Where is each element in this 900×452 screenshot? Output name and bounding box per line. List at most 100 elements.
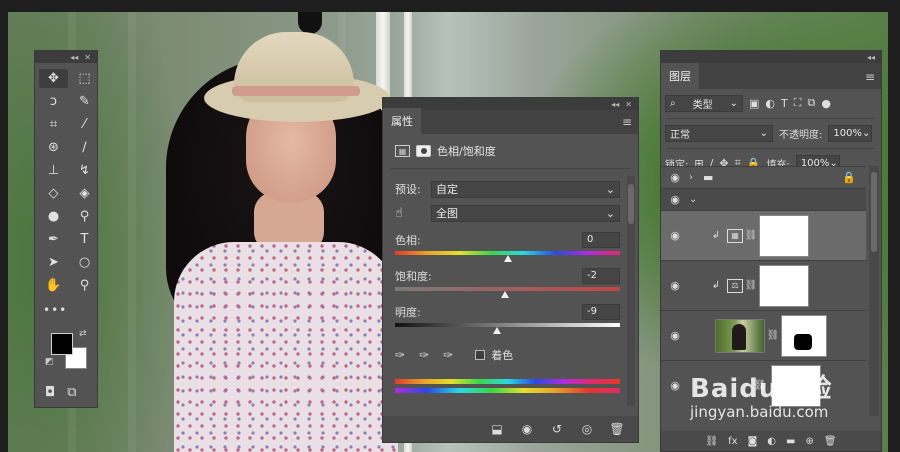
- layer-row[interactable]: ◉ ↲ ▦ ⛓: [661, 210, 866, 260]
- layer-mask-icon[interactable]: [416, 145, 431, 157]
- blend-mode-select[interactable]: 正常 ⌄: [665, 124, 773, 142]
- pen-icon[interactable]: ✒: [39, 230, 68, 249]
- hue-saturation-icon[interactable]: ▦: [395, 145, 410, 157]
- colorize-checkbox[interactable]: [475, 350, 486, 360]
- visibility-eye-icon[interactable]: ◉: [661, 229, 689, 242]
- collapse-icon[interactable]: ◂◂: [611, 100, 619, 109]
- hue-slider-thumb[interactable]: [503, 255, 512, 262]
- layer-group-row[interactable]: ◉ › ▬ 🔒: [661, 166, 866, 188]
- clone-stamp-icon[interactable]: ⊥: [39, 161, 68, 180]
- collapse-arrow-icon[interactable]: ⌄: [689, 194, 697, 205]
- screen-mode-icon[interactable]: ⧉: [67, 385, 76, 400]
- visibility-eye-icon[interactable]: ◉: [661, 379, 689, 392]
- shape-icon[interactable]: ○: [70, 253, 99, 272]
- blur-icon[interactable]: ●: [39, 207, 68, 226]
- type-filter-icon[interactable]: T: [781, 97, 788, 110]
- default-colors-icon[interactable]: ◩: [45, 357, 54, 367]
- saturation-slider-thumb[interactable]: [501, 291, 510, 298]
- foreground-color-swatch[interactable]: [51, 333, 73, 355]
- view-previous-icon[interactable]: ◉: [518, 420, 536, 438]
- new-layer-icon[interactable]: ⊕: [805, 436, 813, 447]
- adjustment-icon[interactable]: ◐: [767, 436, 776, 447]
- crop-icon[interactable]: ⌗: [39, 115, 68, 134]
- path-select-icon[interactable]: ➤: [39, 253, 68, 272]
- layer-group-row[interactable]: ◉ ⌄: [661, 188, 866, 210]
- eyedropper-icon[interactable]: ✑: [395, 348, 405, 362]
- quick-select-icon[interactable]: ✎: [70, 92, 99, 111]
- link-icon[interactable]: ⛓: [705, 436, 718, 447]
- close-icon[interactable]: ✕: [84, 53, 91, 62]
- pixel-filter-icon[interactable]: ▣: [749, 97, 759, 110]
- layer-row[interactable]: ◉ ⛓: [661, 310, 866, 360]
- marquee-icon[interactable]: ⬚: [70, 69, 99, 88]
- visibility-eye-icon[interactable]: ◉: [661, 171, 689, 184]
- properties-scrollbar[interactable]: [627, 176, 635, 406]
- preset-select[interactable]: 自定 ⌄: [431, 180, 620, 198]
- eyedropper-icon[interactable]: ⁄: [70, 115, 99, 134]
- properties-panel: ◂◂ ✕ 属性 ≡ ▦ 色相/饱和度 预设: 自定 ⌄ ☝ 全图 ⌄ 色相: 0: [382, 97, 639, 443]
- filter-toggle-icon[interactable]: ●: [821, 97, 831, 110]
- targeted-adjustment-icon[interactable]: ☝: [395, 206, 431, 221]
- visibility-eye-icon[interactable]: ◉: [661, 329, 689, 342]
- reset-icon[interactable]: ↺: [548, 420, 566, 438]
- chevron-down-icon: ⌄: [759, 127, 768, 139]
- history-brush-icon[interactable]: ↯: [70, 161, 99, 180]
- collapse-icon[interactable]: ◂◂: [70, 53, 78, 62]
- layer-mask-thumbnail[interactable]: [759, 264, 809, 307]
- lightness-slider-thumb[interactable]: [493, 327, 502, 334]
- blend-mode-value: 正常: [670, 129, 690, 141]
- move-icon[interactable]: ✥: [39, 69, 68, 88]
- eraser-icon[interactable]: ◇: [39, 184, 68, 203]
- zoom-icon[interactable]: ⚲: [70, 276, 99, 295]
- mask-icon[interactable]: ◙: [748, 436, 758, 447]
- tab-properties[interactable]: 属性: [383, 108, 421, 134]
- group-icon[interactable]: ▬: [786, 436, 795, 447]
- filter-kind-select[interactable]: ⌕ 类型 ⌄: [665, 94, 743, 112]
- layer-mask-thumbnail[interactable]: [781, 314, 827, 357]
- shape-filter-icon[interactable]: ⛶: [794, 96, 802, 110]
- layers-scrollbar[interactable]: [869, 166, 879, 416]
- visibility-eye-icon[interactable]: ◉: [661, 279, 689, 292]
- close-icon[interactable]: ✕: [625, 100, 632, 109]
- layer-row[interactable]: ◉ ↲ ⚖ ⛓: [661, 260, 866, 310]
- collapse-icon[interactable]: ◂◂: [867, 53, 875, 62]
- eyedropper-plus-icon[interactable]: ✑: [419, 348, 429, 362]
- swap-colors-icon[interactable]: ⇄: [79, 329, 87, 339]
- adjustment-filter-icon[interactable]: ◐: [765, 97, 775, 110]
- opacity-label: 不透明度:: [779, 129, 823, 141]
- fx-icon[interactable]: fx: [728, 436, 737, 447]
- dodge-icon[interactable]: ⚲: [70, 207, 99, 226]
- brush-icon[interactable]: ∕: [70, 138, 99, 157]
- lasso-icon[interactable]: ↄ: [39, 92, 68, 111]
- adjustment-title: 色相/饱和度: [437, 145, 496, 158]
- more-tools-button[interactable]: •••: [35, 295, 97, 317]
- quick-mask-icon[interactable]: ◘: [45, 385, 55, 400]
- chain-link-icon[interactable]: ⛓: [743, 280, 759, 291]
- channel-select[interactable]: 全图 ⌄: [431, 204, 620, 222]
- color-spectrum: [395, 379, 620, 393]
- hat-band: [232, 86, 360, 96]
- hand-icon[interactable]: ✋: [39, 276, 68, 295]
- photo-layer-thumbnail[interactable]: [715, 318, 765, 353]
- clip-to-layer-icon[interactable]: ⬓: [488, 420, 506, 438]
- paint-bucket-icon[interactable]: ◈: [70, 184, 99, 203]
- delete-icon[interactable]: 🗑: [608, 420, 626, 438]
- healing-brush-icon[interactable]: ⊛: [39, 138, 68, 157]
- visibility-eye-icon[interactable]: ◉: [661, 193, 689, 206]
- visibility-icon[interactable]: ◎: [578, 420, 596, 438]
- tab-layers[interactable]: 图层: [661, 63, 699, 89]
- panel-menu-icon[interactable]: ≡: [622, 115, 638, 134]
- chain-link-icon[interactable]: ⛓: [765, 330, 781, 341]
- eyedropper-minus-icon[interactable]: ✑: [443, 348, 453, 362]
- smart-object-filter-icon[interactable]: ⧉: [807, 96, 815, 110]
- type-icon[interactable]: T: [70, 230, 99, 249]
- hue-input[interactable]: 0: [582, 231, 620, 248]
- expand-arrow-icon[interactable]: ›: [689, 172, 703, 183]
- lightness-input[interactable]: -9: [582, 303, 620, 320]
- trash-icon[interactable]: 🗑: [824, 436, 837, 447]
- panel-menu-icon[interactable]: ≡: [865, 70, 881, 89]
- layer-mask-thumbnail[interactable]: [759, 214, 809, 257]
- saturation-input[interactable]: -2: [582, 267, 620, 284]
- chain-link-icon[interactable]: ⛓: [743, 230, 759, 241]
- opacity-input[interactable]: 100% ⌄: [828, 124, 873, 142]
